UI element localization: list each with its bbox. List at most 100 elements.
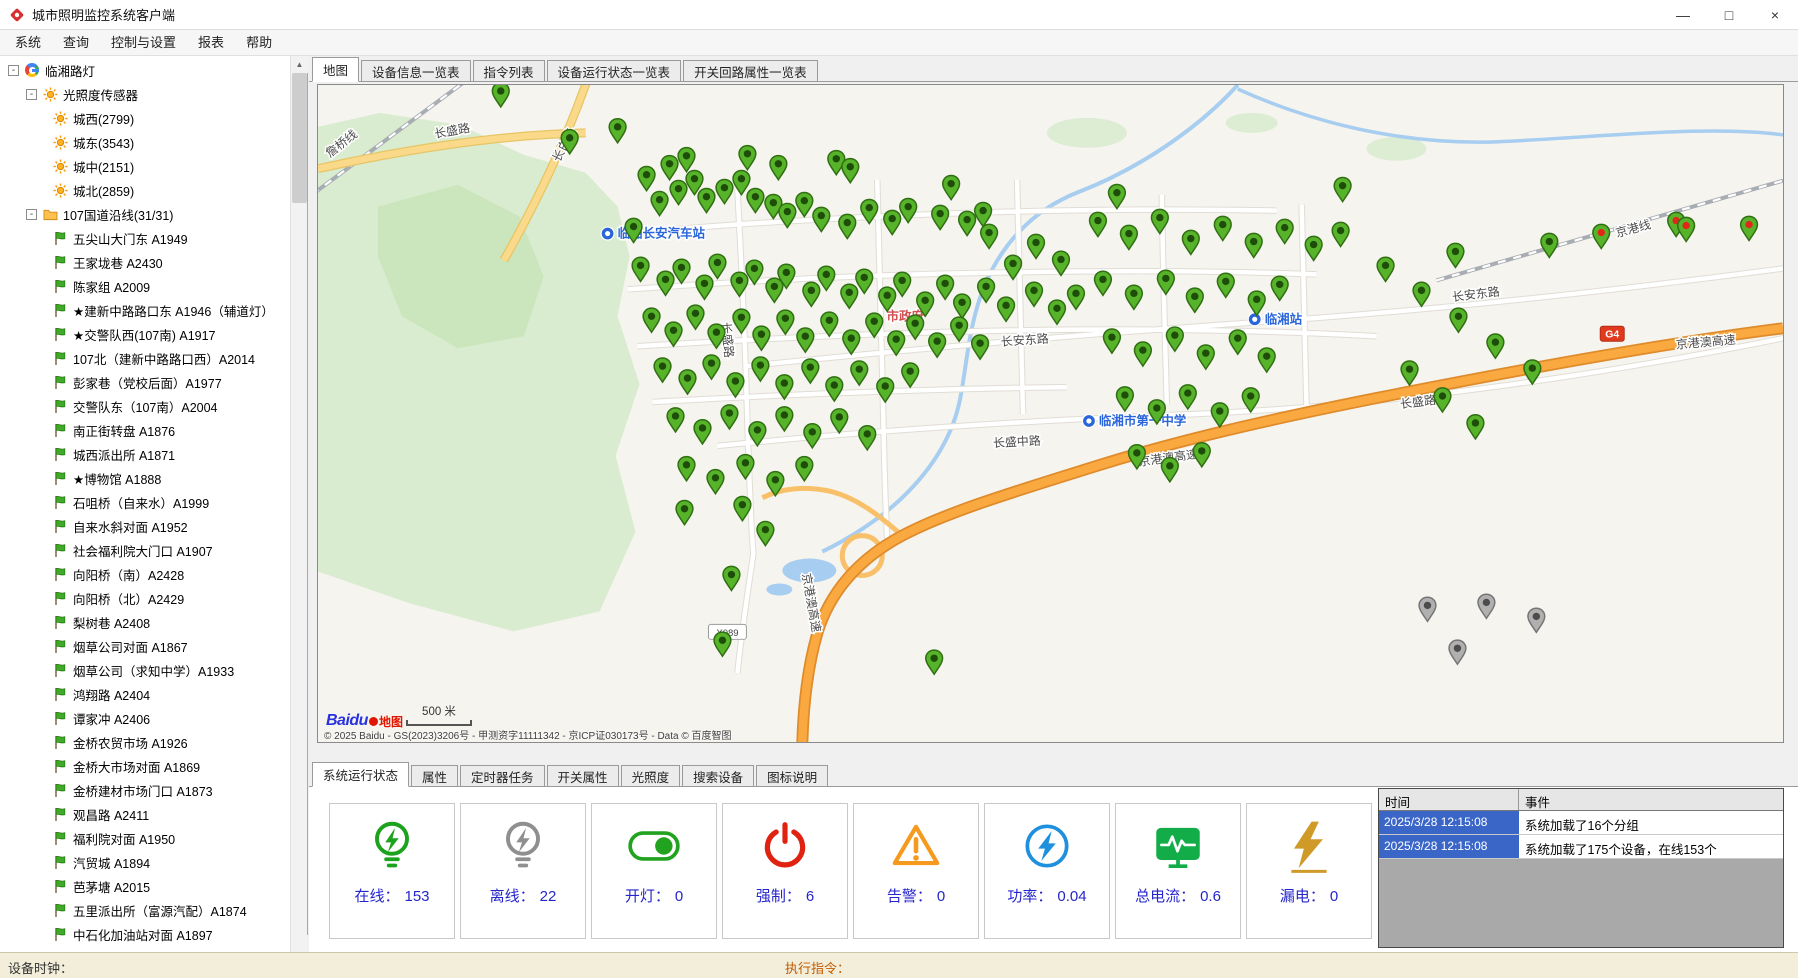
bottom-tab-5[interactable]: 搜索设备	[682, 765, 754, 787]
event-text: 系统加载了16个分组	[1519, 811, 1783, 834]
tree-item-1-4[interactable]: ★交警队西(107南) A1917	[0, 322, 290, 346]
tree-item-1-22-label: 金桥大市场对面 A1869	[73, 757, 200, 776]
bottom-tab-3[interactable]: 开关属性	[547, 765, 619, 787]
tree-item-1-17[interactable]: 烟草公司对面 A1867	[0, 634, 290, 658]
flag-icon	[52, 902, 68, 918]
expander-icon[interactable]: -	[26, 89, 37, 100]
main-tab-0[interactable]: 地图	[312, 57, 359, 82]
status-card-lamp-on: 开灯：0	[591, 803, 717, 939]
tree-item-1-27-label: 芭茅塘 A2015	[73, 877, 150, 896]
flag-icon	[52, 830, 68, 846]
tree-item-1-26[interactable]: 汽贸城 A1894	[0, 850, 290, 874]
tree-item-1-2[interactable]: 陈家组 A2009	[0, 274, 290, 298]
tree-item-1-10-label: ★博物馆 A1888	[73, 469, 161, 488]
bottom-tab-6[interactable]: 图标说明	[756, 765, 828, 787]
bottom-tab-0[interactable]: 系统运行状态	[312, 762, 409, 787]
tree-item-1-15[interactable]: 向阳桥（北）A2429	[0, 586, 290, 610]
scrollbar-thumb[interactable]	[292, 73, 307, 203]
bottom-tab-4[interactable]: 光照度	[621, 765, 681, 787]
tree-item-1-21[interactable]: 金桥农贸市场 A1926	[0, 730, 290, 754]
flag-icon	[52, 542, 68, 558]
event-row-1[interactable]: 2025/3/28 12:15:08系统加载了175个设备，在线153个	[1379, 835, 1783, 859]
tree-item-1-24[interactable]: 观昌路 A2411	[0, 802, 290, 826]
map-canvas[interactable]: 长盛路长白路詹桥线临湘长安汽车站市政府长盛路长安东路临湘站长安东路京港线G4京港…	[318, 85, 1783, 742]
tree-item-0-3[interactable]: 城北(2859)	[0, 178, 290, 202]
card-value: 0	[675, 888, 683, 905]
tree-item-0-2[interactable]: 城中(2151)	[0, 154, 290, 178]
main-tab-2[interactable]: 指令列表	[473, 60, 545, 82]
tree-item-1-19[interactable]: 鸿翔路 A2404	[0, 682, 290, 706]
tree-item-1-0[interactable]: 五尖山大门东 A1949	[0, 226, 290, 250]
tree-item-1-27[interactable]: 芭茅塘 A2015	[0, 874, 290, 898]
tree-item-1-8-label: 南正街转盘 A1876	[73, 421, 175, 440]
tree-item-1-8[interactable]: 南正街转盘 A1876	[0, 418, 290, 442]
tree-item-1-6[interactable]: 彭家巷（党校后面）A1977	[0, 370, 290, 394]
tree-item-1-16[interactable]: 梨树巷 A2408	[0, 610, 290, 634]
tree-item-0-1[interactable]: 城东(3543)	[0, 130, 290, 154]
status-card-forced: 强制：6	[722, 803, 848, 939]
tree-item-1-26-label: 汽贸城 A1894	[73, 853, 150, 872]
tree-item-1-1[interactable]: 王家垅巷 A2430	[0, 250, 290, 274]
tree-item-1-5[interactable]: 107北（建新中路路口西）A2014	[0, 346, 290, 370]
card-label-text: 总电流：	[1135, 888, 1195, 905]
card-label-text: 告警：	[887, 888, 932, 905]
sidebar-scrollbar[interactable]: ▲	[290, 56, 307, 952]
status-cards: 在线：153离线：22开灯：0强制：6告警：0功率：0.04总电流：0.6漏电：…	[329, 803, 1372, 939]
tree-item-1-9[interactable]: 城西派出所 A1871	[0, 442, 290, 466]
tree-item-1-13[interactable]: 社会福利院大门口 A1907	[0, 538, 290, 562]
map-attribution: © 2025 Baidu - GS(2023)3206号 - 甲测资字11111…	[324, 727, 732, 742]
tree-item-1-12-label: 自来水斜对面 A1952	[73, 517, 188, 536]
tree-item-0-0[interactable]: 城西(2799)	[0, 106, 290, 130]
bolt-circle-icon	[1018, 817, 1076, 875]
card-value: 0.6	[1200, 888, 1221, 905]
menu-item-2[interactable]: 控制与设置	[100, 32, 187, 54]
expander-icon[interactable]: -	[8, 65, 19, 76]
tree-item-1-23[interactable]: 金桥建材市场门口 A1873	[0, 778, 290, 802]
bottom-tab-1[interactable]: 属性	[411, 765, 458, 787]
flag-icon	[52, 638, 68, 654]
flag-icon	[52, 518, 68, 534]
map-label-badge-g: G4	[1600, 326, 1624, 341]
scroll-down-icon[interactable]	[291, 935, 308, 952]
main-tab-1[interactable]: 设备信息一览表	[361, 60, 471, 82]
status-card-lamp-on-label: 开灯：0	[625, 885, 683, 906]
tree-item-1-3[interactable]: ★建新中路路口东 A1946（辅道灯）	[0, 298, 290, 322]
tree-item-1-14[interactable]: 向阳桥（南）A2428	[0, 562, 290, 586]
tree-item-1-20[interactable]: 谭家冲 A2406	[0, 706, 290, 730]
event-row-0[interactable]: 2025/3/28 12:15:08系统加载了16个分组	[1379, 811, 1783, 835]
maximize-button[interactable]: □	[1706, 0, 1752, 29]
main-tab-4[interactable]: 开关回路属性一览表	[683, 60, 818, 82]
sun-icon	[52, 110, 68, 126]
main-tab-3[interactable]: 设备运行状态一览表	[547, 60, 682, 82]
card-label-text: 在线：	[354, 888, 399, 905]
tree-group-0[interactable]: -光照度传感器	[0, 82, 290, 106]
menu-item-0[interactable]: 系统	[4, 32, 52, 54]
event-time: 2025/3/28 12:15:08	[1379, 811, 1519, 834]
tree-item-1-12[interactable]: 自来水斜对面 A1952	[0, 514, 290, 538]
tree-item-1-7[interactable]: 交警队东（107南）A2004	[0, 394, 290, 418]
menu-item-3[interactable]: 报表	[187, 32, 235, 54]
menu-item-1[interactable]: 查询	[52, 32, 100, 54]
tree-item-1-17-label: 烟草公司对面 A1867	[73, 637, 188, 656]
tree-item-1-22[interactable]: 金桥大市场对面 A1869	[0, 754, 290, 778]
close-button[interactable]: ×	[1752, 0, 1798, 29]
flag-icon	[52, 398, 68, 414]
tree-item-1-11[interactable]: 石咀桥（自来水）A1999	[0, 490, 290, 514]
tree-item-1-10[interactable]: ★博物馆 A1888	[0, 466, 290, 490]
tree-group-1[interactable]: -107国道沿线(31/31)	[0, 202, 290, 226]
map-view[interactable]: 长盛路长白路詹桥线临湘长安汽车站市政府长盛路长安东路临湘站长安东路京港线G4京港…	[317, 84, 1784, 743]
bottom-tab-2[interactable]: 定时器任务	[460, 765, 545, 787]
device-clock-label: 设备时钟：	[8, 958, 73, 977]
flag-icon	[52, 590, 68, 606]
scroll-up-icon[interactable]: ▲	[291, 56, 308, 73]
tree-item-1-29[interactable]: 中石化加油站对面 A1897	[0, 922, 290, 946]
folder-icon	[42, 206, 58, 222]
expander-icon[interactable]: -	[26, 209, 37, 220]
g-icon	[24, 62, 40, 78]
menu-item-4[interactable]: 帮助	[235, 32, 283, 54]
tree-root[interactable]: -临湘路灯	[0, 58, 290, 82]
tree-item-1-28[interactable]: 五里派出所（富源汽配）A1874	[0, 898, 290, 922]
minimize-button[interactable]: —	[1660, 0, 1706, 29]
tree-item-1-18[interactable]: 烟草公司（求知中学）A1933	[0, 658, 290, 682]
tree-item-1-25[interactable]: 福利院对面 A1950	[0, 826, 290, 850]
